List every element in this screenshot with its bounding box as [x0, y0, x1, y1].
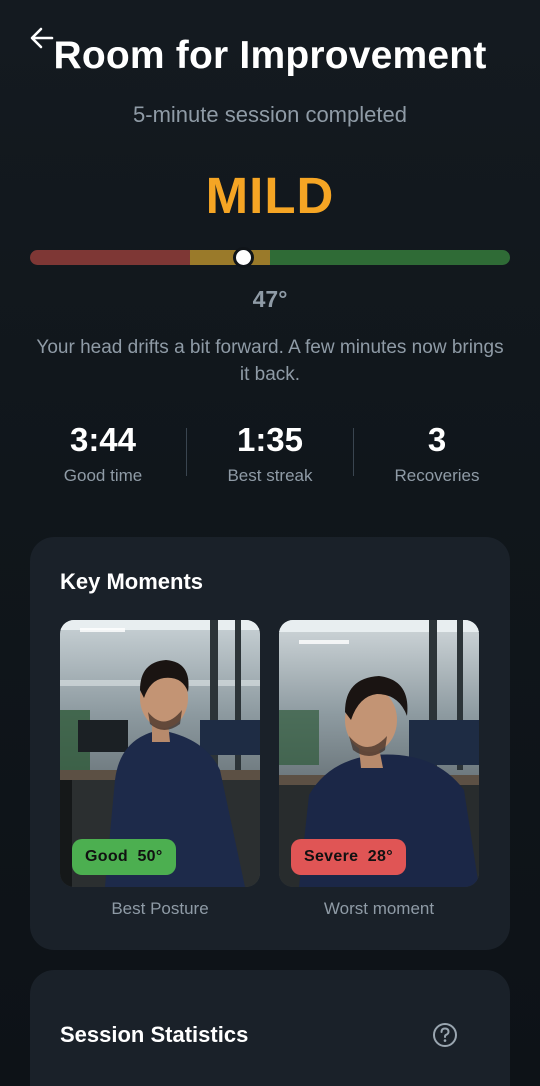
badge-angle: 50°	[137, 848, 163, 865]
moment-caption: Worst moment	[323, 899, 435, 918]
question-circle-icon	[433, 1023, 457, 1047]
page-subtitle: 5-minute session completed	[133, 102, 407, 127]
stat-label: Best streak	[227, 466, 313, 485]
good-posture-badge: Good 50°	[72, 839, 176, 875]
stat-label: Good time	[63, 466, 143, 485]
posture-gauge	[30, 247, 510, 268]
badge-angle: 28°	[367, 848, 393, 865]
moment-worst[interactable]: Severe 28° Worst moment	[279, 620, 479, 919]
stat-good-time: 3:44 Good time	[20, 420, 186, 486]
stat-value: 3	[427, 421, 447, 458]
session-summary-screen: Room for Improvement 5-minute session co…	[0, 0, 540, 1086]
severity-label: MILD	[205, 167, 335, 224]
key-moments-title: Key Moments	[60, 569, 204, 594]
stat-best-streak: 1:35 Best streak	[187, 420, 353, 486]
stat-label: Recoveries	[394, 466, 480, 485]
key-moments-card: Key Moments Good 50° Best Posture Severe…	[30, 537, 510, 950]
moment-best-posture[interactable]: Good 50° Best Posture	[60, 620, 260, 919]
session-statistics-title: Session Statistics	[60, 1022, 249, 1047]
worst-moment-photo[interactable]: Severe 28°	[279, 620, 479, 887]
gauge-track	[30, 250, 510, 265]
stat-value: 1:35	[236, 421, 304, 458]
badge-status: Good	[85, 848, 128, 865]
moment-caption: Best Posture	[111, 899, 209, 918]
session-stats-row: 3:44 Good time 1:35 Best streak 3 Recove…	[20, 420, 520, 490]
gauge-segment-mild	[190, 250, 270, 265]
gauge-segment-good	[270, 250, 510, 265]
result-message: Your head drifts a bit forward. A few mi…	[36, 337, 504, 385]
stat-recoveries: 3 Recoveries	[354, 420, 520, 486]
best-posture-photo[interactable]: Good 50°	[60, 620, 260, 887]
severe-posture-badge: Severe 28°	[291, 839, 406, 875]
page-title: Room for Improvement	[53, 34, 487, 77]
gauge-segment-severe	[30, 250, 190, 265]
help-button[interactable]	[432, 1022, 458, 1048]
head-angle-value: 47°	[252, 286, 288, 312]
gauge-indicator	[232, 247, 254, 268]
badge-status: Severe	[304, 848, 359, 865]
session-statistics-card: Session Statistics	[30, 970, 510, 1086]
stat-value: 3:44	[69, 421, 137, 458]
